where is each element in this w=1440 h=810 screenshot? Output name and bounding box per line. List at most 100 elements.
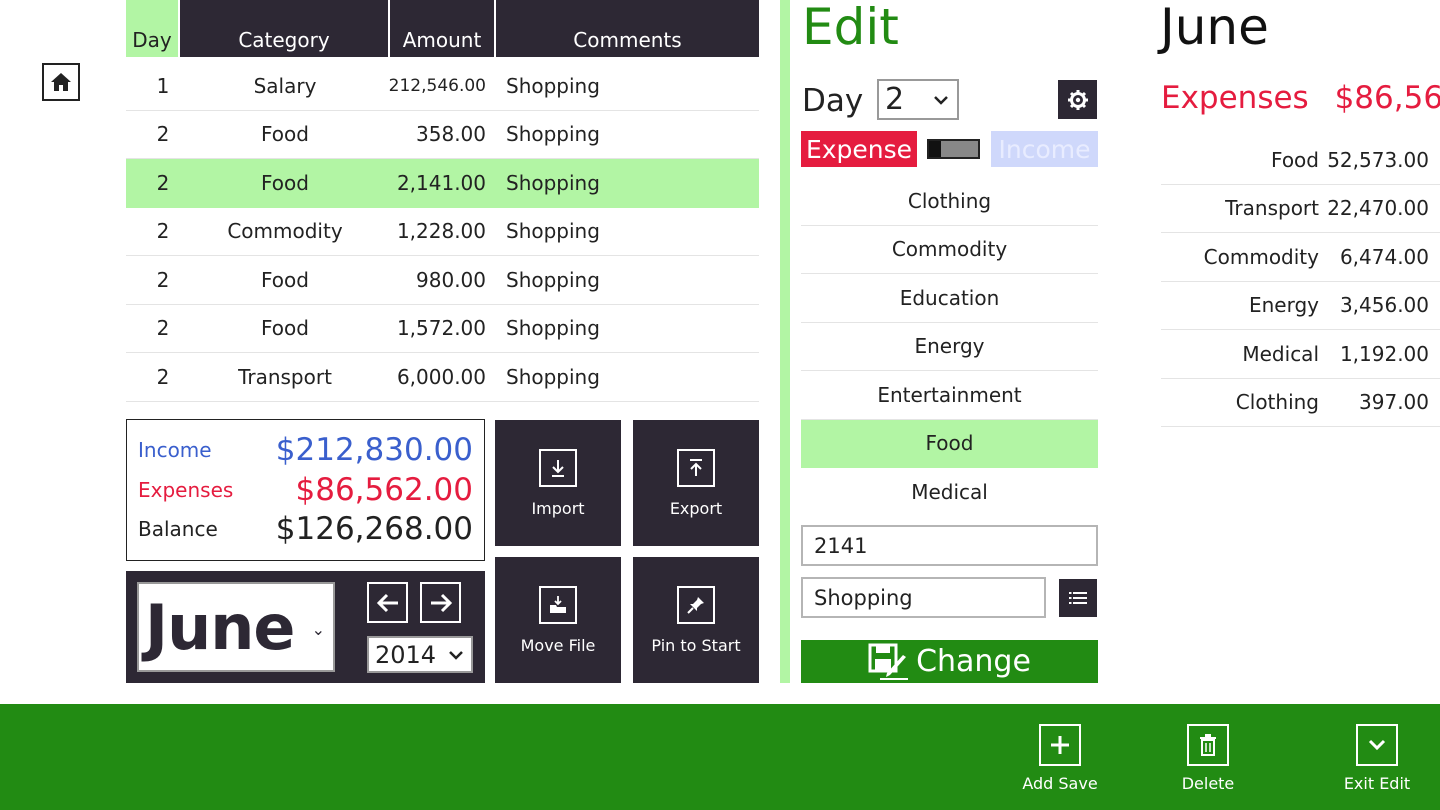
save-edit-icon (868, 643, 909, 680)
breakdown-value: 3,456.00 (1339, 293, 1429, 318)
cell-amount: 2,141.00 (396, 170, 486, 195)
amount-input[interactable]: 2141 (801, 525, 1098, 566)
export-button[interactable]: Export (633, 420, 759, 546)
table-row[interactable]: 2 Transport 6,000.00 Shopping (126, 353, 759, 402)
table-row[interactable]: 1 Salary 212,546.00 Shopping (126, 62, 759, 111)
add-save-button[interactable]: Add Save (1010, 724, 1110, 793)
cell-day: 2 (156, 316, 170, 341)
previous-month-button[interactable] (367, 582, 408, 623)
settings-button[interactable] (1058, 80, 1097, 119)
table-row[interactable]: 2 Food 980.00 Shopping (126, 256, 759, 305)
category-item[interactable]: Energy (801, 323, 1098, 371)
cell-amount: 212,546.00 (388, 75, 486, 96)
table-row-selected[interactable]: 2 Food 2,141.00 Shopping (126, 159, 759, 208)
day-dropdown[interactable]: 2 (877, 79, 959, 120)
expense-label[interactable]: Expense (801, 131, 917, 167)
cell-comment: Shopping (506, 122, 600, 147)
trash-icon (1187, 724, 1229, 766)
category-item-selected[interactable]: Food (801, 419, 1098, 468)
expenses-label: Expenses (138, 478, 234, 502)
plus-icon (1039, 724, 1081, 766)
list-item: Energy 3,456.00 (1161, 282, 1440, 330)
breakdown-value: 52,573.00 (1327, 147, 1429, 172)
column-header-amount[interactable]: Amount (390, 0, 496, 57)
comment-list-button[interactable] (1059, 579, 1097, 617)
cell-category: Food (261, 122, 309, 147)
table-row[interactable]: 2 Food 1,572.00 Shopping (126, 305, 759, 353)
month-dropdown[interactable]: June ⌄ (137, 582, 335, 672)
cell-day: 2 (156, 122, 170, 147)
month-summary-title: June (1160, 0, 1269, 56)
cell-category: Food (261, 267, 309, 292)
cell-amount: 1,228.00 (396, 219, 486, 244)
arrow-right-icon (430, 593, 452, 612)
breakdown-value: 6,474.00 (1339, 244, 1429, 269)
list-item: Food 52,573.00 (1161, 136, 1440, 185)
comment-input[interactable]: Shopping (801, 577, 1046, 618)
expenses-value: $86,562.00 (295, 472, 474, 508)
change-button[interactable]: Change (801, 640, 1098, 683)
category-item[interactable]: Commodity (801, 226, 1098, 274)
import-label: Import (531, 498, 585, 518)
move-file-button[interactable]: Move File (495, 557, 621, 683)
pin-to-start-label: Pin to Start (651, 635, 741, 655)
exit-edit-label: Exit Edit (1343, 774, 1411, 793)
cell-day: 2 (156, 170, 170, 195)
balance-row: Balance $126,268.00 (138, 511, 473, 547)
month-expenses-label: Expenses (1161, 80, 1309, 116)
transactions-table-header: Day Category Amount Comments (126, 0, 759, 57)
breakdown-category: Food (1271, 147, 1319, 172)
cell-comment: Shopping (506, 364, 600, 389)
pin-to-start-button[interactable]: Pin to Start (633, 557, 759, 683)
list-item: Clothing 397.00 (1161, 379, 1440, 427)
cell-category: Food (261, 170, 309, 195)
column-header-category[interactable]: Category (180, 0, 390, 57)
month-expenses-line: Expenses $86,562.00 (1161, 80, 1440, 116)
year-dropdown[interactable]: 2014 (367, 636, 473, 673)
column-header-day[interactable]: Day (126, 0, 180, 57)
cell-comment: Shopping (506, 316, 600, 341)
delete-button[interactable]: Delete (1158, 724, 1258, 793)
income-value: $212,830.00 (275, 432, 473, 468)
totals-summary: Income $212,830.00 Expenses $86,562.00 B… (126, 419, 485, 561)
import-button[interactable]: Import (495, 420, 621, 546)
table-row[interactable]: 2 Food 358.00 Shopping (126, 111, 759, 159)
day-label: Day (802, 83, 864, 119)
category-item[interactable]: Medical (801, 468, 1098, 517)
column-header-comments[interactable]: Comments (496, 0, 759, 57)
cell-amount: 358.00 (416, 122, 486, 147)
change-label: Change (916, 644, 1031, 679)
home-button[interactable] (42, 63, 80, 101)
breakdown-value: 22,470.00 (1327, 196, 1429, 221)
breakdown-category: Commodity (1203, 244, 1319, 269)
expenses-row: Expenses $86,562.00 (138, 472, 473, 508)
breakdown-category: Clothing (1235, 390, 1319, 415)
cell-day: 2 (156, 219, 170, 244)
export-icon (677, 448, 715, 487)
expense-income-toggle[interactable] (927, 139, 980, 159)
category-item[interactable]: Education (801, 274, 1098, 323)
list-item: Commodity 6,474.00 (1161, 233, 1440, 282)
next-month-button[interactable] (420, 582, 461, 623)
table-row[interactable]: 2 Commodity 1,228.00 Shopping (126, 208, 759, 256)
cell-comment: Shopping (506, 73, 600, 98)
cell-day: 2 (156, 364, 170, 389)
month-value: June (145, 590, 295, 664)
expense-breakdown-list: Food 52,573.00 Transport 22,470.00 Commo… (1161, 136, 1440, 427)
home-icon (51, 73, 71, 91)
cell-amount: 1,572.00 (396, 316, 486, 341)
category-item[interactable]: Clothing (801, 177, 1098, 226)
year-value: 2014 (375, 640, 437, 669)
income-label[interactable]: Income (991, 131, 1098, 167)
add-save-label: Add Save (1022, 774, 1098, 793)
exit-edit-button[interactable]: Exit Edit (1327, 724, 1427, 793)
export-label: Export (669, 498, 723, 518)
delete-label: Delete (1181, 774, 1235, 793)
balance-label: Balance (138, 517, 218, 541)
category-item[interactable]: Entertainment (801, 371, 1098, 420)
cell-comment: Shopping (506, 219, 600, 244)
list-item: Transport 22,470.00 (1161, 185, 1440, 233)
import-icon (539, 448, 577, 487)
breakdown-value: 1,192.00 (1339, 341, 1429, 366)
income-row: Income $212,830.00 (138, 432, 473, 468)
